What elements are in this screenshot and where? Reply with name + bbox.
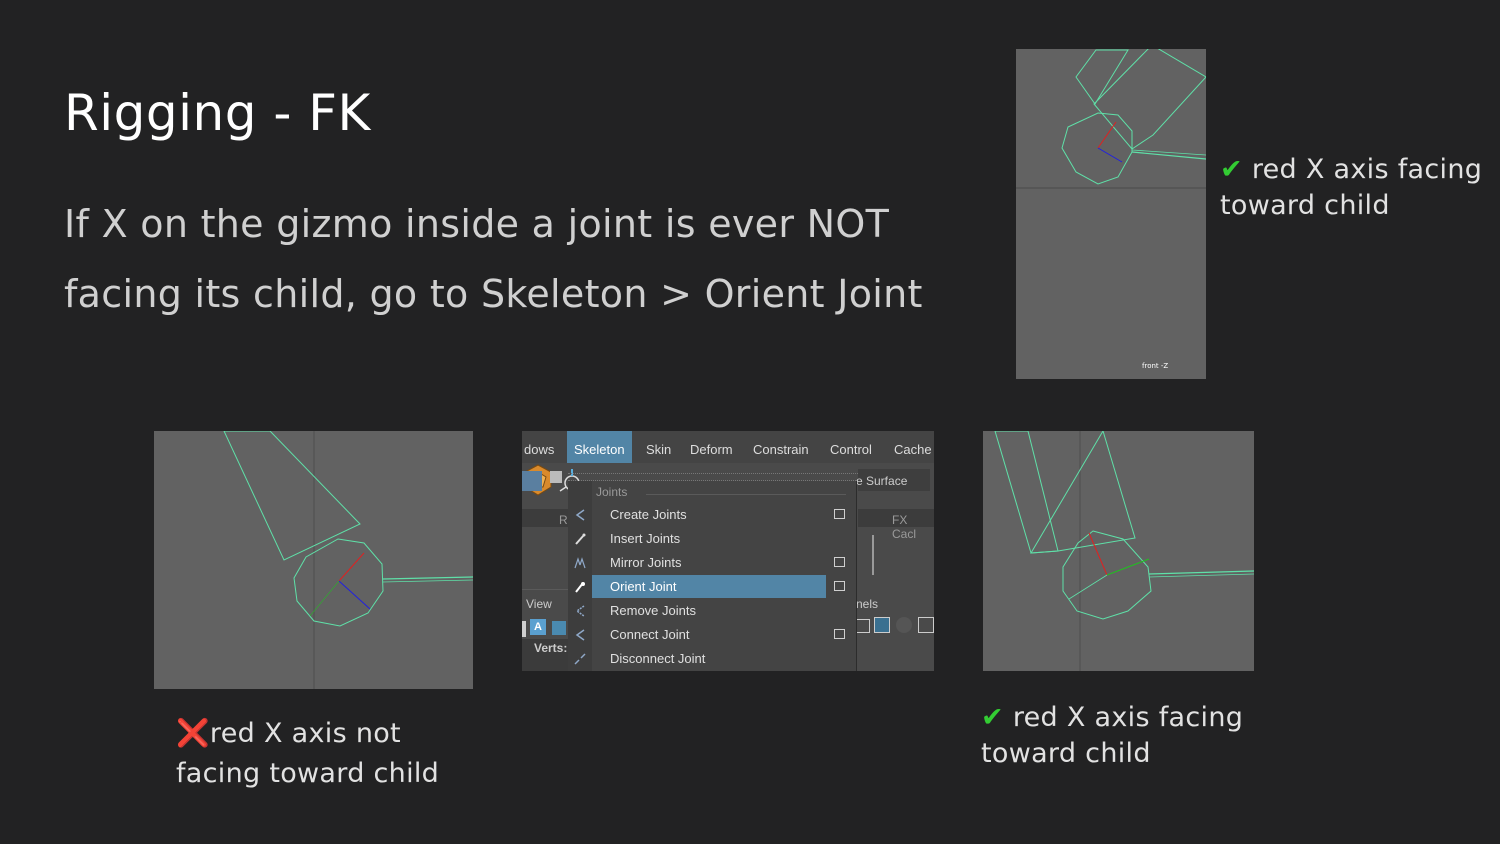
caption-bottom-right-line1: red X axis facing bbox=[1012, 702, 1244, 733]
maya-skeleton-menu-screenshot: dows Skeleton Skin Deform Constrain Cont… bbox=[522, 431, 934, 671]
grid-tool-icon[interactable] bbox=[552, 621, 566, 635]
create-joints-label: Create Joints bbox=[610, 507, 687, 522]
menu-item-disconnect-joint[interactable]: Disconnect Joint bbox=[592, 647, 826, 670]
caption-top-right-line2: toward child bbox=[1220, 190, 1390, 221]
orient-joint-option-box-icon[interactable] bbox=[834, 581, 845, 591]
menu-item-remove-joints[interactable]: Remove Joints bbox=[592, 599, 826, 622]
menu-control[interactable]: Control bbox=[830, 431, 872, 463]
remove-joints-label: Remove Joints bbox=[610, 603, 696, 618]
panel-line bbox=[522, 589, 568, 590]
instruction-line-1: If X on the gizmo inside a joint is ever… bbox=[64, 202, 890, 246]
create-joints-option-box-icon[interactable] bbox=[834, 509, 845, 519]
camera-label: front -Z bbox=[1142, 362, 1169, 370]
lighting-icon[interactable] bbox=[896, 617, 912, 633]
toolbar-grip bbox=[568, 473, 858, 481]
lasso-tool-icon[interactable] bbox=[550, 471, 562, 483]
menu-deform[interactable]: Deform bbox=[690, 431, 733, 463]
checkmark-icon: ✔ bbox=[981, 702, 1004, 733]
skeleton-dropdown: Joints Create Joints Insert Joints Mirro… bbox=[568, 481, 857, 671]
panels-label: nels bbox=[856, 597, 879, 611]
joint-wireframe-top bbox=[1016, 49, 1206, 189]
caption-bottom-left-line1: red X axis not bbox=[209, 718, 401, 749]
joint-wireframe-correct bbox=[994, 431, 1254, 671]
menu-item-connect-joint[interactable]: Connect Joint bbox=[592, 623, 826, 646]
connect-joint-label: Connect Joint bbox=[610, 627, 690, 642]
caption-bottom-right: ✔ red X axis facing toward child bbox=[981, 700, 1243, 772]
mirror-joints-option-box-icon[interactable] bbox=[834, 557, 845, 567]
menu-constrain[interactable]: Constrain bbox=[753, 431, 809, 463]
shelf-tab-r: R bbox=[559, 513, 568, 527]
orient-joint-icon bbox=[575, 582, 585, 593]
orient-joint-label: Orient Joint bbox=[610, 579, 677, 594]
panel-layout-icon[interactable] bbox=[856, 619, 870, 633]
text-tool-icon[interactable]: A bbox=[530, 619, 546, 635]
caption-top-right-line1: red X axis facing bbox=[1251, 154, 1483, 185]
insert-joints-label: Insert Joints bbox=[610, 531, 681, 546]
surface-label: e Surface bbox=[856, 474, 908, 488]
menu-windows[interactable]: dows bbox=[524, 431, 554, 463]
insert-joints-icon bbox=[575, 533, 586, 545]
connect-joint-option-box-icon[interactable] bbox=[834, 629, 845, 639]
layout-grid-icon[interactable] bbox=[918, 617, 934, 633]
mirror-joints-label: Mirror Joints bbox=[610, 555, 682, 570]
menu-item-mirror-joints[interactable]: Mirror Joints bbox=[592, 551, 826, 574]
view-label: View bbox=[526, 597, 552, 611]
select-tool-icon[interactable] bbox=[522, 471, 542, 491]
caption-top-right: ✔ red X axis facing toward child bbox=[1220, 152, 1482, 224]
menu-skeleton[interactable]: Skeleton bbox=[567, 431, 632, 463]
caption-bottom-left: ❌red X axis not facing toward child bbox=[176, 714, 439, 794]
caption-bottom-left-line2: facing toward child bbox=[176, 758, 440, 789]
joint-wireframe-incorrect bbox=[223, 431, 473, 689]
menu-bar: dows Skeleton Skin Deform Constrain Cont… bbox=[522, 431, 934, 464]
instruction-line-2: facing its child, go to Skeleton > Orien… bbox=[64, 272, 923, 316]
viewport-correct-top: front -Z bbox=[1016, 49, 1206, 379]
divider bbox=[872, 535, 874, 575]
caption-bottom-right-line2: toward child bbox=[981, 738, 1151, 769]
menu-item-orient-joint[interactable]: Orient Joint bbox=[592, 575, 826, 598]
disconnect-joint-label: Disconnect Joint bbox=[610, 651, 706, 666]
connect-joint-icon bbox=[575, 629, 585, 641]
checkmark-icon: ✔ bbox=[1220, 154, 1243, 185]
menu-item-insert-joints[interactable]: Insert Joints bbox=[592, 527, 826, 550]
remove-joints-icon bbox=[575, 605, 585, 617]
section-separator bbox=[646, 494, 846, 495]
viewport-tool-strip bbox=[522, 621, 526, 637]
camera-tool-icon[interactable] bbox=[874, 617, 890, 633]
verts-label: Verts: bbox=[534, 641, 568, 655]
menu-skin[interactable]: Skin bbox=[646, 431, 671, 463]
slide-title: Rigging - FK bbox=[64, 84, 371, 142]
fx-cache-label: FX Cacl bbox=[892, 513, 917, 541]
create-joints-icon bbox=[575, 509, 585, 521]
disconnect-joint-icon bbox=[574, 653, 586, 665]
menu-item-create-joints[interactable]: Create Joints bbox=[592, 503, 826, 526]
viewport-correct-bottom bbox=[983, 431, 1254, 671]
mirror-joints-icon bbox=[574, 557, 586, 569]
menu-cache[interactable]: Cache bbox=[894, 431, 932, 463]
cross-icon: ❌ bbox=[176, 718, 210, 749]
joints-section-header: Joints bbox=[596, 485, 628, 499]
viewport-incorrect bbox=[154, 431, 473, 689]
